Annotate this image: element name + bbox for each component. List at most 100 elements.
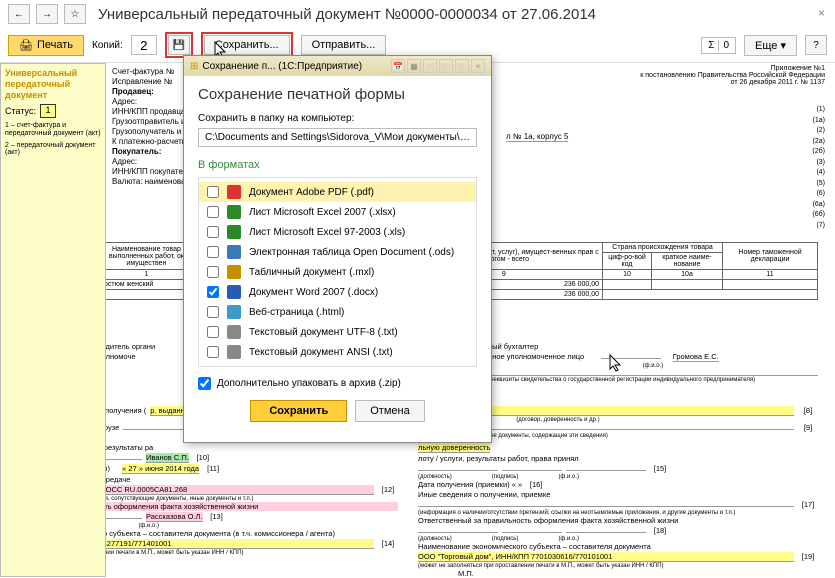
r2n: [9] xyxy=(798,423,818,432)
status-label: Статус: xyxy=(5,106,36,116)
m-icon[interactable]: M xyxy=(423,59,437,73)
format-label: Табличный документ (.mxl) xyxy=(249,267,374,278)
f-corr: Исправление № xyxy=(112,77,172,86)
th7: циф-ро-вой код xyxy=(603,253,652,270)
save-dialog: ⊞ Сохранение п... (1С:Предприятие) 📅 ▦ M… xyxy=(183,55,492,443)
format-checkbox[interactable] xyxy=(207,306,219,318)
sum-box: Σ 0 xyxy=(701,37,736,54)
path-input-box[interactable]: … xyxy=(198,128,477,147)
file-icon xyxy=(227,325,241,339)
sidebar-note1: 1 – счет-фактура и передаточный документ… xyxy=(5,122,101,137)
path-input[interactable] xyxy=(205,132,460,143)
format-checkbox[interactable] xyxy=(207,206,219,218)
format-item[interactable]: Документ Adobe PDF (.pdf) xyxy=(199,182,476,202)
f-receiver: Грузополучатель и ег xyxy=(112,127,191,136)
appendix-l2: к постановлению Правительства Российской… xyxy=(640,72,825,79)
save-file-icon[interactable]: 💾 xyxy=(168,35,190,55)
tool-icon[interactable]: ▦ xyxy=(407,59,421,73)
format-item[interactable]: Текстовый документ UTF-8 (.txt) xyxy=(199,322,476,342)
f-baddr: Адрес: xyxy=(112,157,137,166)
format-item[interactable]: Лист Microsoft Excel 97-2003 (.xls) xyxy=(199,222,476,242)
mplus-icon[interactable]: M+ xyxy=(439,59,453,73)
forward-button[interactable]: → xyxy=(36,4,58,24)
r5n: [12] xyxy=(378,485,398,494)
mid2: иное уполномоченное лицо xyxy=(488,352,584,361)
format-item[interactable]: Веб-страница (.html) xyxy=(199,302,476,322)
star-button[interactable]: ☆ xyxy=(64,4,86,24)
format-label: Лист Microsoft Excel 97-2003 (.xls) xyxy=(249,227,405,238)
r6: Ответственный за правильность оформления… xyxy=(106,502,258,511)
mid1: ный бухгалтер xyxy=(488,342,538,351)
sidebar-title2: передаточный xyxy=(5,79,101,90)
file-icon xyxy=(227,225,241,239)
rr3n: [16] xyxy=(526,480,546,489)
zip-checkbox[interactable] xyxy=(198,377,211,390)
file-icon xyxy=(227,345,241,359)
format-checkbox[interactable] xyxy=(207,186,219,198)
r2: Данные о транспортировке и грузе xyxy=(106,423,119,432)
titlebar: ← → ☆ Универсальный передаточный докумен… xyxy=(0,0,835,28)
r6b: Рассказова О.Л. xyxy=(146,512,203,522)
rr4n: [17] xyxy=(798,500,818,509)
dialog-save-button[interactable]: Сохранить xyxy=(250,400,347,422)
save-button[interactable]: Сохранить... xyxy=(204,35,290,55)
r3b: Иванов С.П. xyxy=(146,453,189,463)
format-checkbox[interactable] xyxy=(207,246,219,258)
format-checkbox[interactable] xyxy=(207,226,219,238)
format-item[interactable]: Электронная таблица Open Document (.ods) xyxy=(199,242,476,262)
dialog-close-icon[interactable]: × xyxy=(471,59,485,73)
fio1: (ф.и.о.) xyxy=(488,363,818,369)
file-icon xyxy=(227,205,241,219)
zip-label: Дополнительно упаковать в архив (.zip) xyxy=(217,378,401,389)
send-button[interactable]: Отправить... xyxy=(301,35,387,55)
appendix-l1: Приложение №1 xyxy=(640,65,825,72)
r6n: [13] xyxy=(207,512,227,521)
r4: Дата отгрузки, передачи (сдачи) xyxy=(106,464,110,473)
f-binn: ИНН/КПП покупателя xyxy=(112,167,192,176)
format-item[interactable]: Табличный документ (.mxl) xyxy=(199,262,476,282)
rr2n: [15] xyxy=(650,464,670,473)
rc8: (6) xyxy=(812,189,825,200)
n9: 11 xyxy=(723,270,818,280)
dialog-cancel-button[interactable]: Отмена xyxy=(355,400,424,422)
sigma-icon: Σ xyxy=(708,40,714,51)
format-item[interactable]: Текстовый документ ANSI (.txt) xyxy=(199,342,476,362)
window-title: Универсальный передаточный документ №000… xyxy=(98,6,596,23)
copies-label: Копий: xyxy=(92,40,123,51)
format-checkbox[interactable] xyxy=(207,266,219,278)
calc-icon[interactable]: 📅 xyxy=(391,59,405,73)
rc6: (4) xyxy=(812,168,825,179)
more-label: Еще xyxy=(755,40,777,52)
format-item[interactable]: Документ Word 2007 (.docx) xyxy=(199,282,476,302)
copies-input[interactable] xyxy=(131,35,157,55)
mminus-icon[interactable]: M- xyxy=(455,59,469,73)
status-value[interactable]: 1 xyxy=(40,104,56,118)
rc2: (2) xyxy=(812,126,825,137)
help-icon[interactable]: ? xyxy=(805,35,827,55)
file-icon xyxy=(227,185,241,199)
format-checkbox[interactable] xyxy=(207,346,219,358)
sidebar: Универсальный передаточный документ Стат… xyxy=(0,63,106,577)
rc4: (2б) xyxy=(812,147,825,158)
print-button[interactable]: 🖨 Печать xyxy=(8,35,84,56)
sigma-value: 0 xyxy=(718,40,729,51)
rc11: (7) xyxy=(812,221,825,232)
format-label: Электронная таблица Open Document (.ods) xyxy=(249,247,454,258)
more-button[interactable]: Еще ▾ xyxy=(744,35,797,56)
mid-name: Громова Е.С. xyxy=(673,352,719,362)
f-seller: Продавец: xyxy=(112,87,154,96)
formats-list: Документ Adobe PDF (.pdf) Лист Microsoft… xyxy=(198,177,477,367)
f-buyer: Покупатель: xyxy=(112,147,161,156)
thg: Страна происхождения товара xyxy=(603,243,723,253)
format-checkbox[interactable] xyxy=(207,286,219,298)
r7v: ЗАО "ТФ-Мега", ИНН/КПП 7714277191/771401… xyxy=(106,539,374,549)
back-button[interactable]: ← xyxy=(8,4,30,24)
f-shipper: Грузоотправитель и е xyxy=(112,117,192,126)
print-label: Печать xyxy=(37,39,73,51)
rc3: (2а) xyxy=(812,137,825,148)
r4n: [11] xyxy=(203,464,223,473)
format-checkbox[interactable] xyxy=(207,326,219,338)
browse-icon[interactable]: … xyxy=(460,132,470,143)
close-icon[interactable]: × xyxy=(818,6,825,20)
format-item[interactable]: Лист Microsoft Excel 2007 (.xlsx) xyxy=(199,202,476,222)
